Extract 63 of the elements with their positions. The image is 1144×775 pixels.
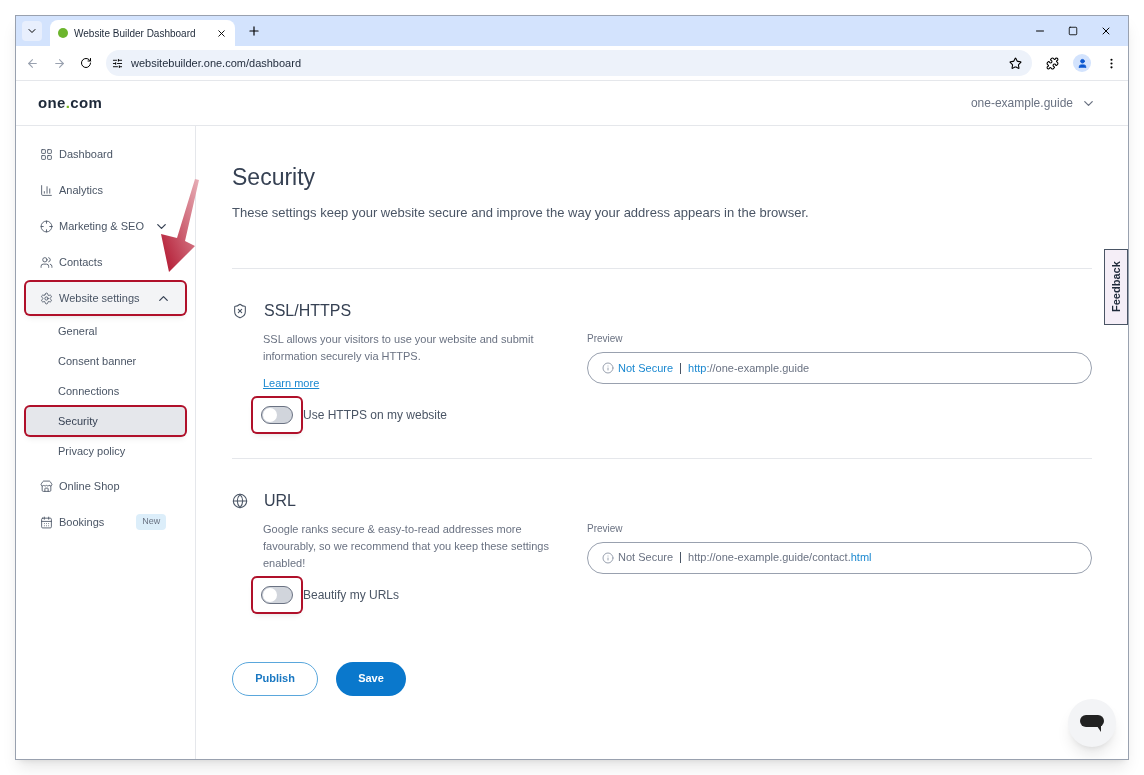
forward-icon[interactable] (53, 56, 66, 70)
back-icon[interactable] (26, 56, 39, 70)
calendar-icon (40, 515, 53, 529)
preview-label: Preview (587, 332, 624, 346)
site-selector[interactable]: one-example.guide (970, 94, 1096, 112)
shield-icon (232, 303, 248, 319)
preview-url: http://one-example.guide/contact.html (688, 550, 872, 566)
tab-title: Website Builder Dashboard (74, 26, 197, 41)
bar-chart-icon (40, 183, 53, 197)
sidebar-subitem[interactable]: Security (26, 407, 185, 435)
sidebar-subitem[interactable]: Connections (26, 377, 185, 405)
extensions-icon[interactable] (1046, 56, 1059, 70)
security-status: Not Secure (618, 360, 674, 376)
globe-icon (232, 492, 248, 509)
save-button[interactable]: Save (336, 661, 406, 696)
sidebar-item[interactable]: Website settings (26, 282, 185, 314)
feedback-tab[interactable]: Feedback (1104, 249, 1128, 325)
sidebar-item[interactable]: Dashboard (26, 138, 127, 170)
settings-icon (40, 291, 53, 305)
sidebar-subitem[interactable]: Privacy policy (26, 437, 185, 465)
profile-icon[interactable] (1073, 54, 1091, 72)
address-bar[interactable]: websitebuilder.one.com/dashboard (106, 50, 1032, 76)
site-info-icon[interactable] (112, 57, 123, 69)
close-icon[interactable] (216, 27, 227, 39)
toggle-switch[interactable] (261, 405, 293, 424)
tab-list-button[interactable] (22, 21, 42, 41)
chat-button[interactable] (1068, 699, 1116, 747)
page-subtitle: These settings keep your website secure and improve the way your address appears in the browser. (232, 203, 810, 222)
info-icon (602, 362, 614, 374)
grid-icon (40, 147, 53, 161)
info-icon (602, 551, 614, 564)
preview-label: Preview (587, 521, 624, 536)
logo: one.com (38, 92, 103, 113)
reload-icon[interactable] (80, 57, 92, 69)
maximize-icon[interactable] (1068, 26, 1078, 36)
toggle-label: Use HTTPS on my website (303, 406, 448, 424)
preview-url: http://one-example.guide (688, 360, 810, 376)
chat-bubble-icon (1079, 713, 1105, 733)
security-status: Not Secure (618, 550, 674, 566)
new-badge: New (136, 514, 167, 530)
browser-tab[interactable]: Website Builder Dashboard (50, 20, 235, 46)
sidebar-item[interactable]: Bookings New (26, 506, 181, 538)
sidebar-subitem[interactable]: General (26, 317, 185, 345)
people-icon (40, 255, 53, 269)
close-window-icon[interactable] (1100, 25, 1112, 37)
sidebar-item[interactable]: Online Shop (26, 470, 134, 502)
favicon-icon (58, 28, 68, 38)
section-title: URL (264, 490, 296, 511)
new-tab-icon[interactable] (247, 24, 261, 38)
section-title: SSL/HTTPS (264, 301, 352, 321)
crosshair-icon (40, 219, 53, 233)
toggle-label: Beautify my URLs (303, 586, 400, 604)
sidebar-item[interactable]: Analytics (26, 174, 118, 206)
sidebar-subitem[interactable]: Consent banner (26, 347, 185, 375)
learn-more-link[interactable]: Learn more (263, 375, 320, 392)
store-icon (40, 479, 53, 493)
sidebar-item[interactable]: Marketing & SEO (26, 210, 183, 242)
section-description: SSL allows your visitors to use your website and submit information securely via HTTPS. (263, 332, 535, 364)
section-description: Google ranks secure & easy-to-read addresses more favourably, so we recommend that you keep these settings enabled! (263, 521, 550, 571)
sidebar-item[interactable]: Contacts (26, 246, 117, 278)
star-icon[interactable] (1009, 56, 1022, 70)
page-title: Security (232, 163, 317, 192)
toggle-switch[interactable] (261, 585, 293, 604)
